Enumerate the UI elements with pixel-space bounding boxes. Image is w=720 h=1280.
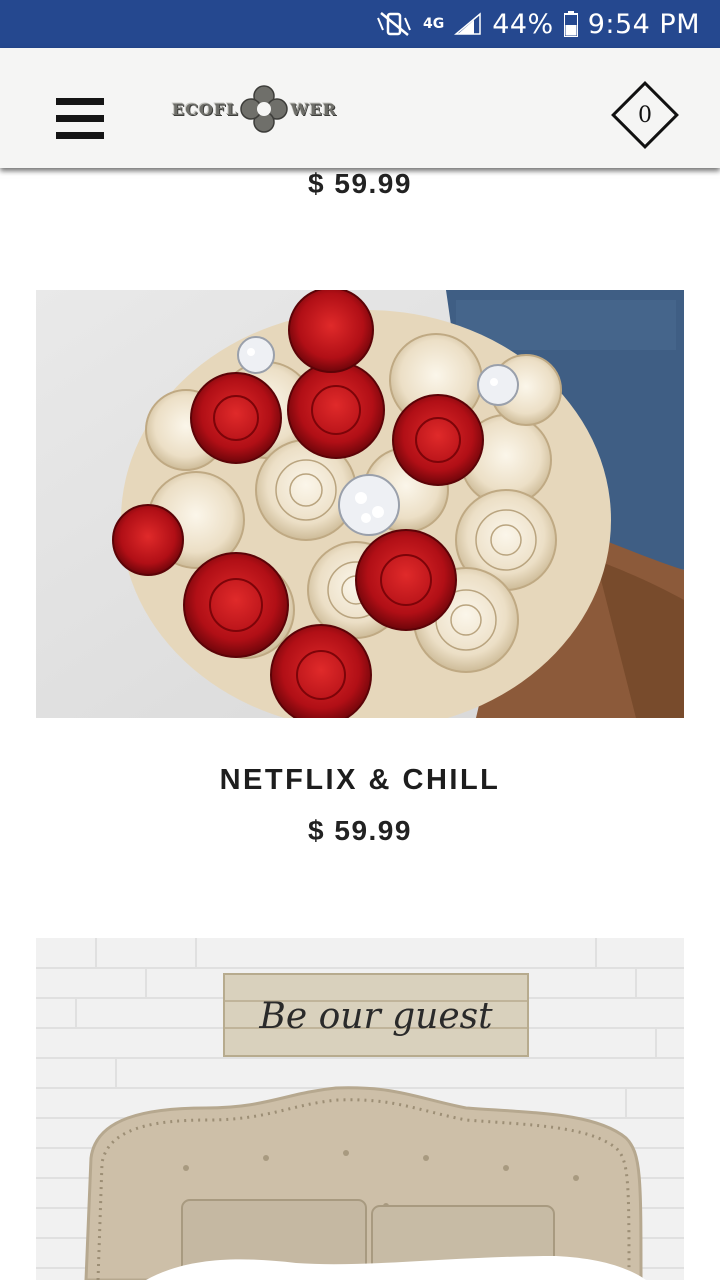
product-price: $ 59.99	[308, 815, 412, 846]
ecoflower-logo[interactable]: ECOFL WER	[172, 76, 552, 142]
sign-text: Be our guest	[258, 996, 493, 1037]
logo-text-part: ECOFL	[172, 99, 239, 119]
product-price: $ 59.99	[308, 168, 412, 199]
product-title[interactable]: NETFLIX & CHILL	[0, 764, 720, 797]
logo-text-part: WER	[290, 99, 337, 119]
battery-icon	[563, 11, 578, 37]
hamburger-menu-icon[interactable]	[56, 98, 104, 140]
cart-count: 0	[638, 102, 652, 128]
battery-percent: 44%	[492, 8, 554, 40]
site-header: ECOFL WER 0	[0, 48, 720, 168]
bedroom-photo: Be our guest	[36, 938, 684, 1280]
bouquet-photo	[36, 290, 684, 718]
product-image-bedroom[interactable]: Be our guest	[36, 938, 684, 1280]
status-bar: 4G 44% 9:54 PM	[0, 0, 720, 48]
product-image-bouquet[interactable]	[36, 290, 684, 718]
network-4g-icon: 4G	[422, 16, 445, 32]
signal-icon	[454, 12, 482, 36]
flower-logo-icon	[240, 85, 289, 133]
cart-button[interactable]: 0	[608, 78, 682, 152]
clock: 9:54 PM	[587, 8, 700, 40]
mute-vibrate-icon	[375, 11, 413, 37]
